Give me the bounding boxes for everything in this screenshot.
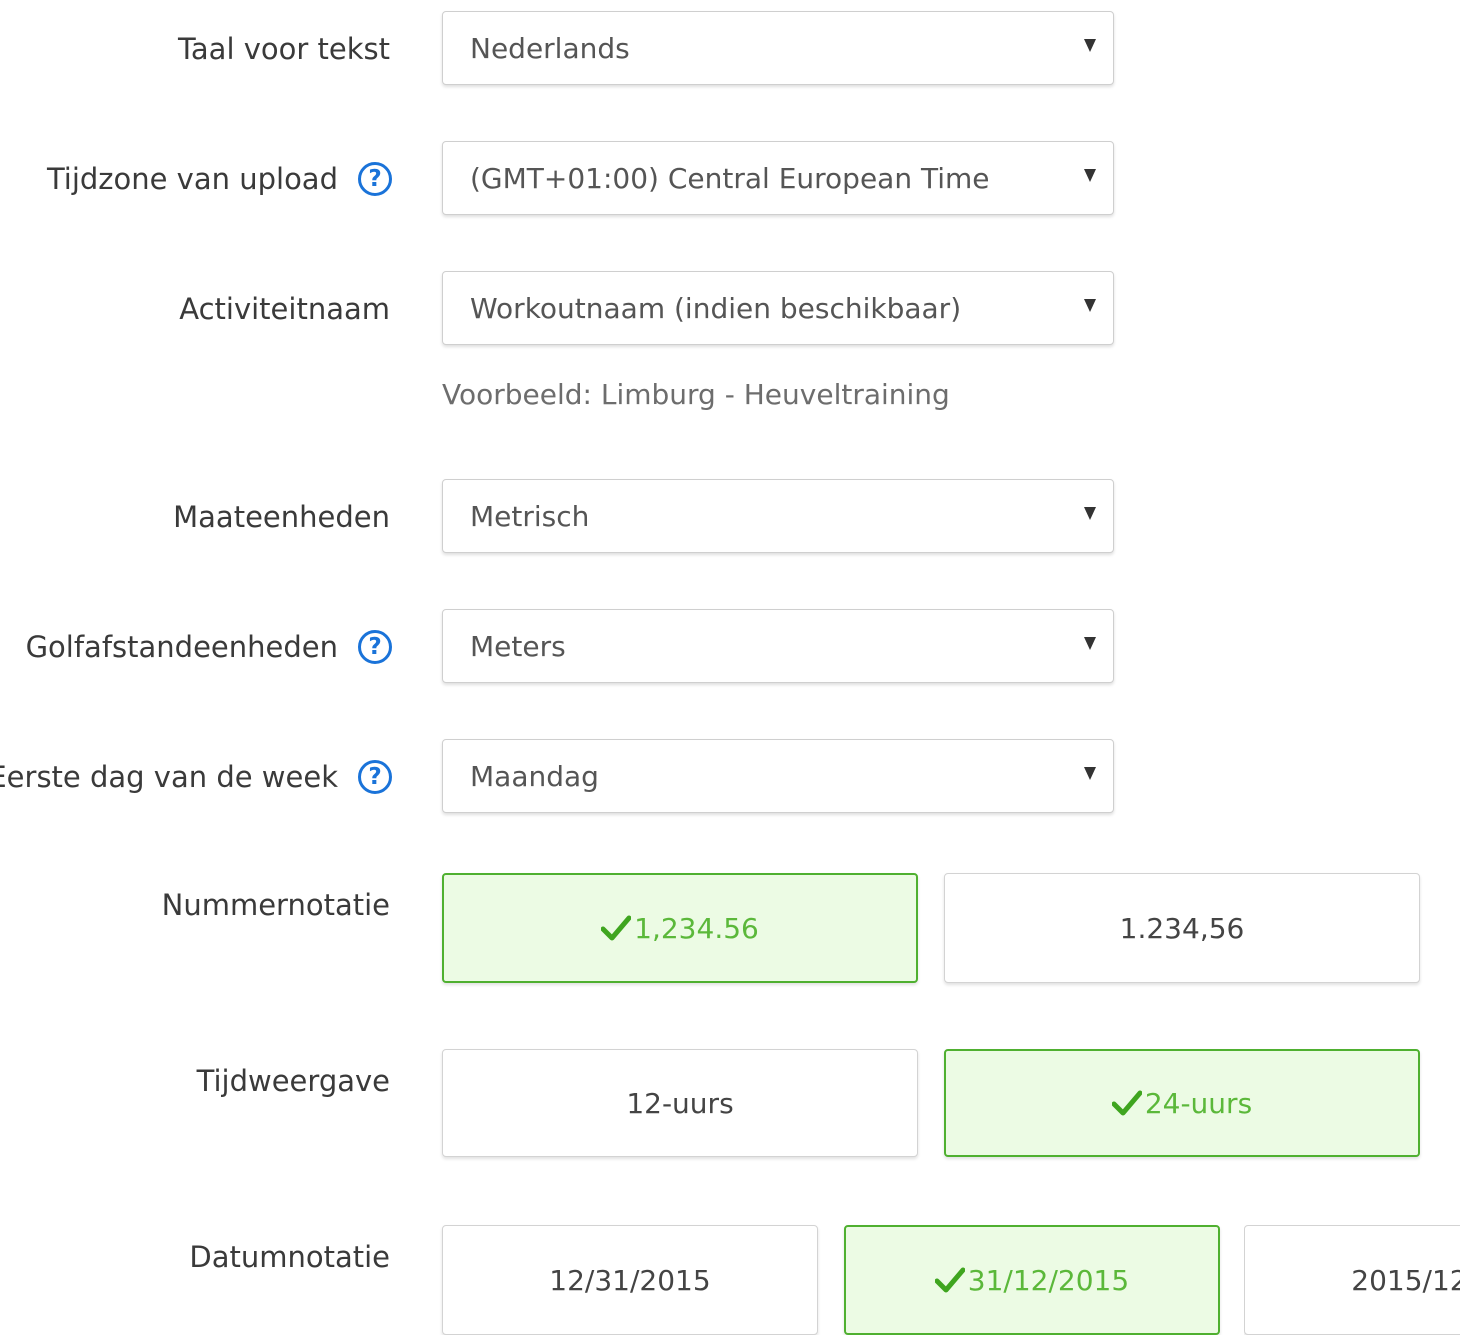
activity-name-select-value: Workoutnaam (indien beschikbaar) [470, 291, 962, 325]
language-select-value: Nederlands [470, 31, 630, 65]
timezone-select-value: (GMT+01:00) Central European Time [470, 161, 990, 195]
caret-down-icon [1084, 299, 1096, 312]
number-format-option-2[interactable]: 1.234,56 [944, 873, 1420, 983]
language-select[interactable]: Nederlands [442, 11, 1114, 85]
units-label: Maateenheden [173, 480, 390, 554]
activity-name-label: Activiteitnaam [179, 272, 390, 346]
number-format-option-1-label: 1,234.56 [634, 911, 759, 945]
units-label-text: Maateenheden [173, 500, 390, 534]
golf-units-label: Golfafstandeenheden [26, 610, 338, 684]
number-format-option-1[interactable]: 1,234.56 [442, 873, 918, 983]
language-label-text: Taal voor tekst [177, 32, 390, 66]
golf-units-label-text: Golfafstandeenheden [25, 630, 338, 664]
golf-units-select[interactable]: Meters [442, 609, 1114, 683]
first-day-select[interactable]: Maandag [442, 739, 1114, 813]
first-day-label: Eerste dag van de week [0, 740, 338, 814]
date-format-option-eu[interactable]: 31/12/2015 [844, 1225, 1220, 1335]
date-format-option-us-label: 12/31/2015 [549, 1263, 711, 1297]
golf-units-select-value: Meters [470, 629, 566, 663]
caret-down-icon [1084, 39, 1096, 52]
date-format-option-eu-label: 31/12/2015 [967, 1263, 1130, 1297]
activity-name-select[interactable]: Workoutnaam (indien beschikbaar) [442, 271, 1114, 345]
number-format-label-text: Nummernotatie [161, 888, 390, 922]
time-format-option-24h-label: 24-uurs [1144, 1086, 1253, 1120]
date-format-option-iso-clip: 2015/12/31 [1244, 1225, 1460, 1335]
date-format-option-iso[interactable]: 2015/12/31 [1244, 1225, 1460, 1335]
question-circle-icon[interactable]: ? [358, 630, 392, 664]
number-format-option-2-label: 1.234,56 [1119, 911, 1245, 945]
first-day-label-text: Eerste dag van de week [0, 760, 338, 794]
checkmark-icon [1111, 1089, 1142, 1117]
units-select-value: Metrisch [470, 499, 590, 533]
caret-down-icon [1084, 767, 1096, 780]
timezone-select[interactable]: (GMT+01:00) Central European Time [442, 141, 1114, 215]
number-format-label: Nummernotatie [162, 888, 390, 922]
question-circle-icon[interactable]: ? [358, 760, 392, 794]
date-format-option-iso-label: 2015/12/31 [1351, 1263, 1460, 1297]
time-format-label-text: Tijdweergave [196, 1064, 390, 1098]
date-format-option-us[interactable]: 12/31/2015 [442, 1225, 818, 1335]
activity-name-label-text: Activiteitnaam [179, 292, 390, 326]
time-format-option-12h-label: 12-uurs [626, 1086, 734, 1120]
date-format-label-text: Datumnotatie [189, 1240, 390, 1274]
caret-down-icon [1084, 507, 1096, 520]
language-label: Taal voor tekst [178, 12, 390, 86]
time-format-option-12h[interactable]: 12-uurs [442, 1049, 918, 1157]
caret-down-icon [1084, 169, 1096, 182]
checkmark-icon [934, 1266, 965, 1294]
activity-name-example: Voorbeeld: Limburg - Heuveltraining [442, 378, 950, 411]
units-select[interactable]: Metrisch [442, 479, 1114, 553]
first-day-select-value: Maandag [470, 759, 599, 793]
time-format-option-24h[interactable]: 24-uurs [944, 1049, 1420, 1157]
date-format-label: Datumnotatie [189, 1240, 390, 1274]
timezone-label: Tijdzone van upload [47, 142, 338, 216]
checkmark-icon [601, 914, 632, 942]
timezone-label-text: Tijdzone van upload [46, 162, 338, 196]
caret-down-icon [1084, 637, 1096, 650]
time-format-label: Tijdweergave [197, 1064, 390, 1098]
question-circle-icon[interactable]: ? [358, 162, 392, 196]
